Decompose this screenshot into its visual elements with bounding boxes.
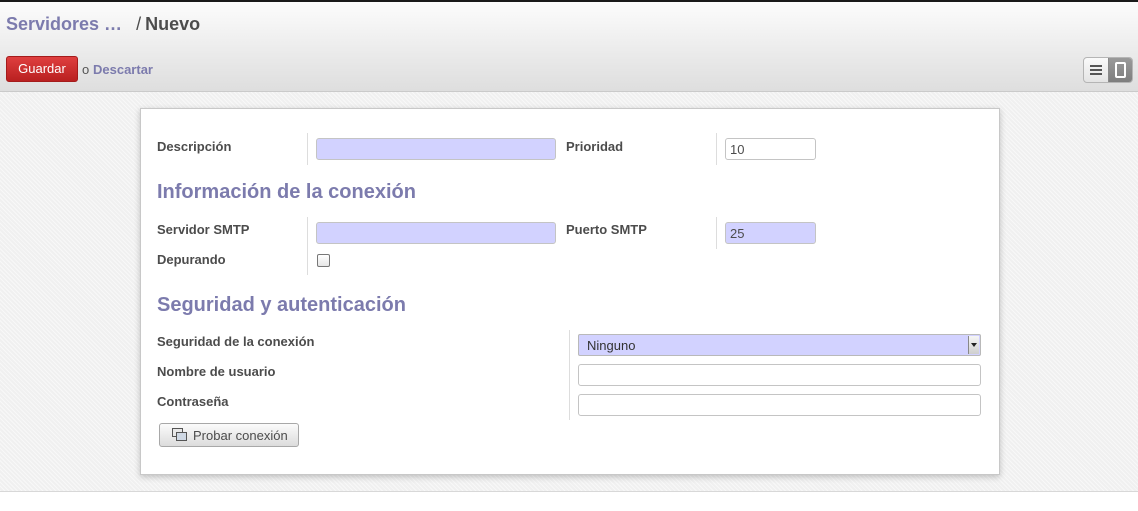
- password-input[interactable]: [578, 394, 981, 416]
- or-text: o: [82, 62, 90, 77]
- debugging-label: Depurando: [157, 252, 226, 267]
- form-icon: [1114, 62, 1126, 78]
- priority-label: Prioridad: [566, 139, 624, 154]
- connection-security-label: Seguridad de la conexión: [157, 334, 315, 349]
- view-switcher: [1083, 57, 1133, 83]
- list-view-button[interactable]: [1084, 58, 1108, 82]
- password-label: Contraseña: [157, 394, 229, 409]
- control-panel: Servidores … / Nuevo Guardar o Descartar: [0, 2, 1138, 92]
- priority-input[interactable]: [725, 138, 816, 160]
- breadcrumb-separator: /: [136, 14, 142, 34]
- form-view-button[interactable]: [1107, 58, 1132, 82]
- breadcrumb-parent-link[interactable]: Servidores …: [6, 14, 122, 34]
- smtp-server-label: Servidor SMTP: [157, 222, 250, 237]
- smtp-port-input[interactable]: [725, 222, 816, 244]
- username-label: Nombre de usuario: [157, 364, 276, 379]
- save-button[interactable]: Guardar: [6, 56, 78, 82]
- list-icon: [1089, 65, 1102, 75]
- connection-section-title: Información de la conexión: [157, 181, 416, 203]
- server-test-icon: [172, 428, 188, 442]
- breadcrumb: Servidores … / Nuevo: [6, 14, 200, 35]
- smtp-port-label: Puerto SMTP: [566, 222, 647, 237]
- divider: [716, 217, 717, 249]
- description-input[interactable]: [316, 138, 556, 160]
- divider: [307, 133, 308, 165]
- description-label: Descripción: [157, 139, 232, 154]
- smtp-server-input[interactable]: [316, 222, 556, 244]
- security-section-title: Seguridad y autenticación: [157, 294, 406, 316]
- chevron-down-icon: [968, 336, 979, 354]
- test-connection-button[interactable]: Probar conexión: [159, 423, 299, 447]
- divider: [569, 330, 570, 420]
- connection-security-value: Ninguno: [587, 338, 636, 353]
- discard-link[interactable]: Descartar: [93, 62, 153, 77]
- divider: [307, 217, 308, 275]
- form-sheet: Descripción Prioridad Información de la …: [140, 108, 1000, 475]
- breadcrumb-current: Nuevo: [145, 14, 201, 34]
- connection-security-select[interactable]: Ninguno: [578, 334, 981, 356]
- debugging-checkbox[interactable]: [317, 254, 330, 267]
- username-input[interactable]: [578, 364, 981, 386]
- test-connection-label: Probar conexión: [193, 427, 288, 443]
- divider: [716, 133, 717, 165]
